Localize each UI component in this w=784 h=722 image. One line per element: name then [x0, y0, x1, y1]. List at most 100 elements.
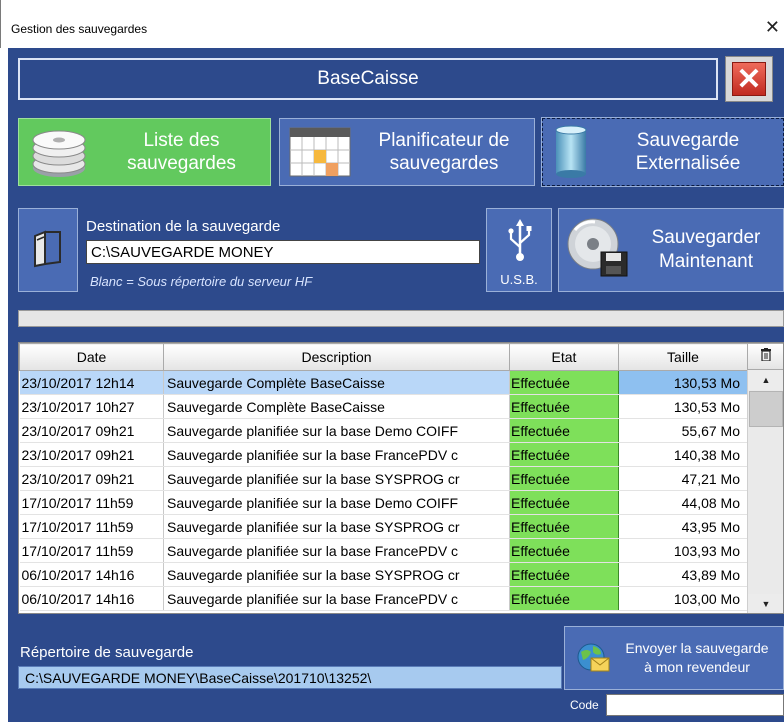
column-header-etat[interactable]: Etat [509, 343, 619, 371]
browse-folder-button[interactable] [18, 208, 78, 292]
tab-plan-line2: sauvegardes [389, 153, 499, 174]
cell-description: Sauvegarde planifiée sur la base Demo CO… [163, 490, 510, 515]
cell-date: 17/10/2017 11h59 [19, 490, 164, 515]
table-row[interactable]: 06/10/2017 14h16 Sauvegarde planifiée sur… [19, 586, 748, 611]
main-window: BaseCaisse ✕ Liste des sauvegardes Plani… [8, 48, 784, 722]
delete-column-header[interactable] [747, 343, 783, 370]
table-row[interactable]: 17/10/2017 11h59 Sauvegarde planifiée sur… [19, 538, 748, 563]
column-header-date[interactable]: Date [19, 343, 164, 371]
cell-etat: Effectuée [509, 514, 619, 539]
backup-table: Date Description Etat Taille 23/10/2017 … [18, 342, 784, 614]
cell-etat: Effectuée [509, 370, 619, 395]
tab-liste-line1: Liste des [143, 130, 220, 151]
tab-liste-sauvegardes[interactable]: Liste des sauvegardes [18, 118, 271, 186]
window-titlebar: Gestion des sauvegardes ✕ [0, 0, 784, 48]
repertoire-value: C:\SAUVEGARDE MONEY\BaseCaisse\201710\13… [18, 666, 562, 689]
cell-etat: Effectuée [509, 418, 619, 443]
table-row[interactable]: 06/10/2017 14h16 Sauvegarde planifiée sur… [19, 562, 748, 587]
cell-description: Sauvegarde planifiée sur la base FranceP… [163, 586, 510, 611]
cell-taille: 103,93 Mo [618, 538, 748, 563]
code-label: Code [570, 698, 599, 712]
cell-etat: Effectuée [509, 394, 619, 419]
destination-input[interactable] [86, 240, 480, 264]
table-row[interactable]: 23/10/2017 10h27 Sauvegarde Complète Base… [19, 394, 748, 419]
cell-date: 23/10/2017 09h21 [19, 466, 164, 491]
disk-stack-icon [19, 122, 99, 182]
cell-taille: 44,08 Mo [618, 490, 748, 515]
table-row[interactable]: 17/10/2017 11h59 Sauvegarde planifiée sur… [19, 514, 748, 539]
save-now-line2: Maintenant [658, 251, 753, 272]
cell-taille: 130,53 Mo [618, 370, 748, 395]
cell-taille: 55,67 Mo [618, 418, 748, 443]
table-row[interactable]: 17/10/2017 11h59 Sauvegarde planifiée sur… [19, 490, 748, 515]
tab-plan-line1: Planificateur de [378, 130, 510, 151]
cell-description: Sauvegarde planifiée sur la base FranceP… [163, 442, 510, 467]
window-title: Gestion des sauvegardes [11, 22, 148, 36]
cell-date: 23/10/2017 10h27 [19, 394, 164, 419]
tab-sauv-line1: Sauvegarde [636, 130, 740, 151]
cell-date: 06/10/2017 14h16 [19, 562, 164, 587]
cell-description: Sauvegarde planifiée sur la base FranceP… [163, 538, 510, 563]
cell-description: Sauvegarde Complète BaseCaisse [163, 394, 510, 419]
cell-date: 23/10/2017 09h21 [19, 418, 164, 443]
cell-etat: Effectuée [509, 586, 619, 611]
usb-label: U.S.B. [500, 272, 538, 287]
cell-description: Sauvegarde planifiée sur la base SYSPROG… [163, 562, 510, 587]
disk-save-icon [565, 216, 629, 284]
scroll-up-icon[interactable]: ▲ [748, 370, 783, 390]
cylinder-icon [543, 122, 599, 182]
trash-icon [760, 347, 771, 366]
cell-taille: 103,00 Mo [618, 586, 748, 611]
cell-etat: Effectuée [509, 538, 619, 563]
header-title-bar: BaseCaisse [18, 58, 718, 100]
table-scrollbar[interactable]: ▲ ▼ [747, 370, 783, 613]
code-input[interactable] [606, 694, 784, 716]
window-close-icon[interactable]: ✕ [765, 17, 780, 38]
cell-date: 17/10/2017 11h59 [19, 538, 164, 563]
scroll-down-icon[interactable]: ▼ [748, 594, 783, 613]
cell-date: 23/10/2017 12h14 [19, 370, 164, 395]
folder-icon [32, 228, 64, 273]
cell-taille: 140,38 Mo [618, 442, 748, 467]
send-line1: Envoyer la sauvegarde [625, 640, 769, 656]
column-header-description[interactable]: Description [163, 343, 510, 371]
usb-button[interactable]: U.S.B. [486, 208, 552, 292]
tab-sauv-line2: Externalisée [635, 153, 741, 174]
cell-description: Sauvegarde planifiée sur la base Demo CO… [163, 418, 510, 443]
close-icon: ✕ [732, 62, 766, 96]
destination-hint: Blanc = Sous répertoire du serveur HF [90, 274, 313, 289]
cell-date: 23/10/2017 09h21 [19, 442, 164, 467]
cell-description: Sauvegarde planifiée sur la base SYSPROG… [163, 514, 510, 539]
table-row[interactable]: 23/10/2017 12h14 Sauvegarde Complète Base… [19, 370, 748, 395]
save-now-line1: Sauvegarder [651, 227, 761, 248]
table-row[interactable]: 23/10/2017 09h21 Sauvegarde planifiée sur… [19, 442, 748, 467]
table-row[interactable]: 23/10/2017 09h21 Sauvegarde planifiée sur… [19, 466, 748, 491]
cell-taille: 43,89 Mo [618, 562, 748, 587]
cell-taille: 130,53 Mo [618, 394, 748, 419]
tab-liste-line2: sauvegardes [127, 153, 236, 174]
cell-description: Sauvegarde Complète BaseCaisse [163, 370, 510, 395]
cell-date: 06/10/2017 14h16 [19, 586, 164, 611]
progress-bar [18, 310, 784, 327]
repertoire-label: Répertoire de sauvegarde [20, 644, 194, 661]
cell-etat: Effectuée [509, 442, 619, 467]
save-now-button[interactable]: Sauvegarder Maintenant [558, 208, 784, 292]
cell-etat: Effectuée [509, 466, 619, 491]
send-to-reseller-button[interactable]: Envoyer la sauvegarde à mon revendeur [564, 626, 784, 690]
close-button[interactable]: ✕ [725, 56, 773, 102]
cell-taille: 47,21 Mo [618, 466, 748, 491]
scroll-thumb[interactable] [749, 391, 783, 427]
table-header-row: Date Description Etat Taille [19, 343, 748, 371]
send-line2: à mon revendeur [644, 659, 750, 675]
tab-planificateur[interactable]: Planificateur de sauvegardes [279, 118, 535, 186]
table-row[interactable]: 23/10/2017 09h21 Sauvegarde planifiée sur… [19, 418, 748, 443]
database-name: BaseCaisse [317, 68, 419, 89]
cell-description: Sauvegarde planifiée sur la base SYSPROG… [163, 466, 510, 491]
column-header-taille[interactable]: Taille [618, 343, 748, 371]
cell-taille: 43,95 Mo [618, 514, 748, 539]
cell-etat: Effectuée [509, 490, 619, 515]
destination-label: Destination de la sauvegarde [86, 218, 281, 235]
globe-mail-icon [575, 640, 611, 677]
cell-etat: Effectuée [509, 562, 619, 587]
tab-sauvegarde-externalisee[interactable]: Sauvegarde Externalisée [541, 117, 784, 187]
